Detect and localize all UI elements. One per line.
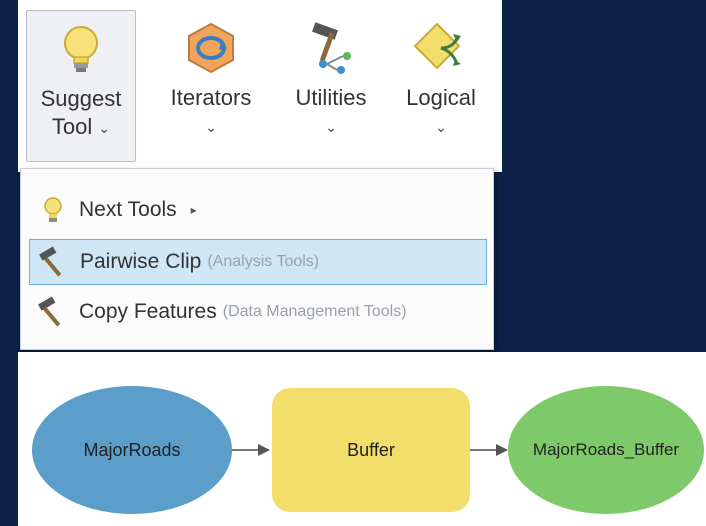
connector-line <box>232 449 258 451</box>
iterator-icon <box>188 22 234 74</box>
iterators-label: Iterators <box>170 85 252 110</box>
chevron-down-icon: ⌄ <box>325 119 337 136</box>
model-canvas[interactable]: MajorRoads Buffer MajorRoads_Buffer <box>18 352 706 526</box>
utilities-label: Utilities <box>295 85 367 110</box>
menu-item-next-tools[interactable]: Next Tools ▸ <box>29 187 487 233</box>
lightbulb-icon <box>64 26 98 72</box>
menu-item-toolbox: (Data Management Tools) <box>222 303 407 320</box>
submenu-arrow-icon: ▸ <box>190 203 197 217</box>
model-node-tool[interactable]: Buffer <box>272 388 470 512</box>
suggest-tool-menu: Next Tools ▸ Pairwise Clip (Analysis Too… <box>20 168 494 350</box>
menu-item-label: Copy Features <box>79 300 217 323</box>
suggest-tool-label-1: Suggest <box>40 86 122 111</box>
chevron-down-icon: ⌄ <box>435 119 447 136</box>
logical-button[interactable]: Logical ⌄ <box>386 10 496 162</box>
hammer-icon <box>39 246 62 277</box>
node-label: Buffer <box>347 439 395 460</box>
model-node-output[interactable]: MajorRoads_Buffer <box>508 386 704 514</box>
chevron-down-icon: ⌄ <box>205 119 217 136</box>
menu-item-toolbox: (Analysis Tools) <box>207 253 320 270</box>
lightbulb-icon <box>44 197 62 222</box>
iterators-button[interactable]: Iterators ⌄ <box>156 10 266 162</box>
node-label: MajorRoads_Buffer <box>532 440 680 459</box>
app-window: Suggest Tool ⌄ Iterators ⌄ Utilities ⌄ L… <box>0 0 706 526</box>
logical-label: Logical <box>406 85 476 110</box>
utilities-button[interactable]: Utilities ⌄ <box>276 10 386 162</box>
menu-item-copy-features[interactable]: Copy Features (Data Management Tools) <box>29 289 487 335</box>
menu-item-pairwise-clip[interactable]: Pairwise Clip (Analysis Tools) <box>29 239 487 285</box>
arrow-head-icon <box>496 444 508 456</box>
chevron-down-icon: ⌄ <box>98 120 111 137</box>
menu-item-label: Pairwise Clip <box>80 250 202 273</box>
node-label: MajorRoads <box>83 439 181 460</box>
logical-diamond-icon <box>413 22 461 70</box>
hammer-icon <box>312 22 351 74</box>
suggest-tool-button[interactable]: Suggest Tool ⌄ <box>26 10 136 162</box>
hammer-icon <box>38 296 61 327</box>
connector-line <box>470 449 496 451</box>
modelbuilder-ribbon: Suggest Tool ⌄ Iterators ⌄ Utilities ⌄ L… <box>18 0 502 172</box>
arrow-head-icon <box>258 444 270 456</box>
model-node-input[interactable]: MajorRoads <box>32 386 232 514</box>
menu-item-label: Next Tools <box>79 198 177 221</box>
suggest-tool-label-2: Tool <box>51 114 93 139</box>
